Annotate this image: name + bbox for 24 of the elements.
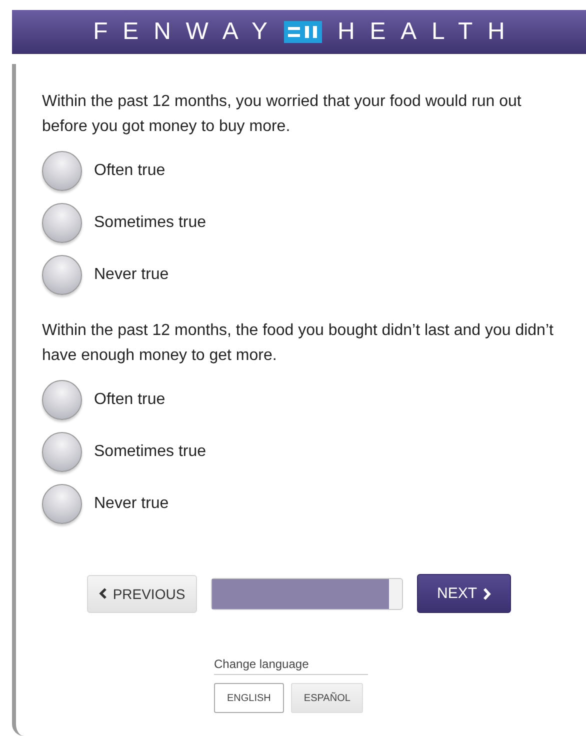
question-text: Within the past 12 months, you worried that your food would run out before you got money to buy more.: [42, 92, 522, 137]
radio-button[interactable]: [42, 151, 82, 191]
brand-wordmark: HEALTH: [338, 18, 520, 46]
language-button[interactable]: ESPAÑOL: [290, 683, 364, 713]
radio-button[interactable]: [42, 484, 82, 524]
chevron-right-icon: [483, 588, 491, 600]
option-label[interactable]: Sometimes true: [94, 214, 206, 232]
question-text: Within the past 12 months, the food you bought didn’t last and you didn’t have enough money to get more.: [42, 321, 554, 366]
option-label[interactable]: Never true: [94, 266, 169, 284]
radio-button[interactable]: [42, 380, 82, 420]
chevron-left-icon: [98, 588, 107, 599]
radio-button[interactable]: [42, 203, 82, 243]
option-label[interactable]: Often true: [94, 162, 166, 180]
radio-button[interactable]: [42, 255, 82, 295]
brand-wordmark: FENWAY: [93, 18, 282, 46]
previous-button[interactable]: PREVIOUS: [87, 574, 197, 612]
option-label[interactable]: Never true: [94, 495, 169, 513]
option-label[interactable]: Often true: [94, 391, 166, 409]
language-button[interactable]: ENGLISH: [214, 683, 284, 713]
logo-icon: [284, 21, 322, 43]
change-language-label: Change language: [214, 657, 368, 675]
radio-button[interactable]: [42, 432, 82, 472]
option-label[interactable]: Sometimes true: [94, 443, 206, 461]
next-button[interactable]: NEXT: [417, 574, 511, 613]
